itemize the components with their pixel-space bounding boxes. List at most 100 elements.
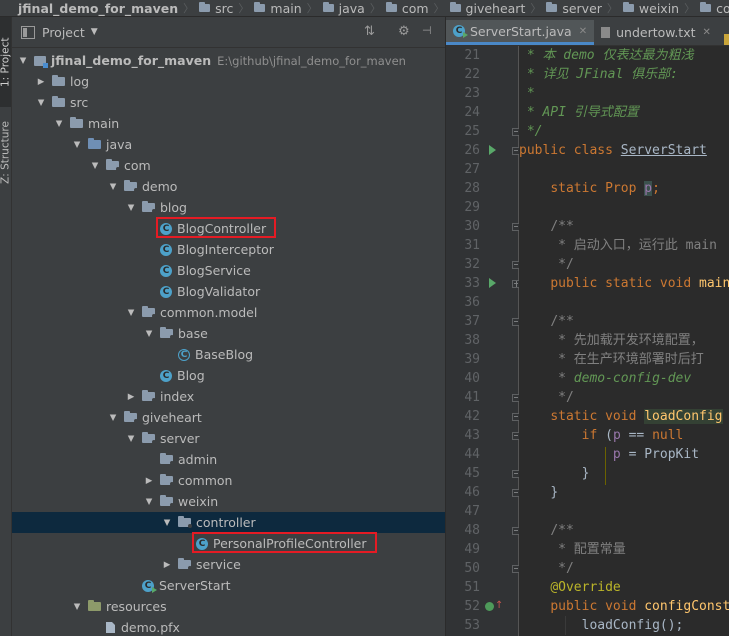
expand-arrow-icon[interactable]: ▼ xyxy=(17,56,29,66)
tree-node[interactable]: ▼ jfinal_demo_for_maven E:\github\jfinal_d… xyxy=(12,50,445,71)
line-number: 37 xyxy=(464,314,480,329)
module-icon xyxy=(34,55,48,68)
project-view-selector[interactable]: Project xyxy=(42,25,85,40)
line-number: 44 xyxy=(464,447,480,462)
tree-node[interactable]: ▶ log xyxy=(12,71,445,92)
code-line: @Override xyxy=(550,580,621,595)
tree-node[interactable]: ▼ weixin xyxy=(12,491,445,512)
tree-node-label: src xyxy=(70,95,89,110)
editor-tab[interactable]: C ServerStart.java ✕ xyxy=(446,20,595,45)
tree-node-label: main xyxy=(88,116,120,131)
expand-arrow-icon[interactable]: ▼ xyxy=(71,602,83,612)
archive-file-icon[interactable] xyxy=(723,34,729,45)
expand-arrow-icon[interactable]: ▼ xyxy=(107,182,119,192)
chevron-down-icon[interactable]: ▼ xyxy=(91,27,98,37)
tree-node[interactable]: admin xyxy=(12,449,445,470)
breadcrumb-item[interactable]: src xyxy=(197,0,237,16)
tree-node[interactable]: ▼ resources xyxy=(12,596,445,617)
collapse-arrow-icon[interactable]: ▶ xyxy=(143,476,155,486)
breadcrumb-item[interactable]: server xyxy=(544,0,606,16)
tree-node-label: BlogValidator xyxy=(177,284,261,299)
line-number: 25 xyxy=(464,124,480,139)
breadcrumb-separator-icon: 〉 xyxy=(433,2,445,15)
tree-node[interactable]: C Blog xyxy=(12,365,445,386)
tree-node-label: controller xyxy=(196,515,256,530)
close-icon[interactable]: ✕ xyxy=(703,27,711,38)
tree-node-label: resources xyxy=(106,599,167,614)
tree-node[interactable]: C BlogService xyxy=(12,260,445,281)
code-line: public static void main xyxy=(550,276,729,291)
tree-node[interactable]: ▼ main xyxy=(12,113,445,134)
expand-arrow-icon[interactable]: ▼ xyxy=(53,119,65,129)
breadcrumb-item[interactable]: giveheart xyxy=(448,0,530,16)
breadcrumb-item[interactable]: controller xyxy=(698,0,729,16)
hide-panel-icon[interactable]: ⊣ xyxy=(422,24,432,37)
expand-arrow-icon[interactable]: ▼ xyxy=(125,308,137,318)
expand-arrow-icon[interactable]: ▼ xyxy=(143,329,155,339)
tree-node[interactable]: C ServerStart xyxy=(12,575,445,596)
class-icon: C xyxy=(160,369,172,382)
tree-node[interactable]: ▼ server xyxy=(12,428,445,449)
runnable-class-icon: C xyxy=(453,25,468,38)
expand-arrow-icon[interactable]: ▼ xyxy=(161,518,173,528)
tree-node-label: BlogService xyxy=(177,263,251,278)
expand-arrow-icon[interactable]: ▼ xyxy=(143,497,155,507)
line-number: 40 xyxy=(464,371,480,386)
tree-node[interactable]: ▼ demo xyxy=(12,176,445,197)
line-number: 30 xyxy=(464,219,480,234)
tree-node[interactable]: ▼ src xyxy=(12,92,445,113)
tree-node[interactable]: ▼ java xyxy=(12,134,445,155)
expand-arrow-icon[interactable]: ▼ xyxy=(107,413,119,423)
folder-icon xyxy=(254,2,266,12)
breadcrumb-item[interactable]: java xyxy=(321,0,369,16)
tree-node[interactable]: ▶ common xyxy=(12,470,445,491)
expand-arrow-icon[interactable]: ▼ xyxy=(71,140,83,150)
collapse-arrow-icon[interactable]: ▶ xyxy=(125,392,137,402)
expand-arrow-icon[interactable]: ▼ xyxy=(125,434,137,444)
class-icon: C xyxy=(160,264,172,277)
expand-arrow-icon[interactable]: ▼ xyxy=(125,203,137,213)
close-icon[interactable]: ✕ xyxy=(579,26,587,37)
tree-node[interactable]: ▼ giveheart xyxy=(12,407,445,428)
tree-node[interactable]: ▶ service xyxy=(12,554,445,575)
code-line: static void loadConfig xyxy=(550,409,723,424)
tree-node[interactable]: ▼ blog xyxy=(12,197,445,218)
folder-icon xyxy=(52,96,65,107)
tree-node[interactable]: ▼ common.model xyxy=(12,302,445,323)
override-method-icon[interactable] xyxy=(485,602,494,611)
breadcrumb-separator-icon: 〉 xyxy=(606,2,618,15)
collapse-arrow-icon[interactable]: ▶ xyxy=(35,77,47,87)
tab-structure[interactable]: Z: Structure xyxy=(0,111,12,195)
tree-node[interactable]: ▶ index xyxy=(12,386,445,407)
line-number: 36 xyxy=(464,295,480,310)
code-editor[interactable]: * 本 demo 仅表达最为粗浅 * 详见 JFinal 俱乐部: * * AP… xyxy=(519,46,729,636)
editor-tab[interactable]: undertow.txt ✕ xyxy=(594,20,718,45)
tree-node[interactable]: C BlogInterceptor xyxy=(12,239,445,260)
breadcrumb-separator-icon: 〉 xyxy=(684,2,696,15)
line-number: 47 xyxy=(464,504,480,519)
tree-node[interactable]: C BaseBlog xyxy=(12,344,445,365)
tab-project[interactable]: 1: Project xyxy=(0,17,12,107)
breadcrumb-label: jfinal_demo_for_maven xyxy=(18,0,179,16)
breadcrumb-item[interactable]: jfinal_demo_for_maven xyxy=(0,0,182,16)
breadcrumb-item[interactable]: weixin xyxy=(621,0,683,16)
source-folder-icon xyxy=(88,138,101,149)
breadcrumb-item[interactable]: com xyxy=(384,0,433,16)
tree-node[interactable]: ▼ controller xyxy=(12,512,445,533)
collapse-all-icon[interactable]: ⇅ xyxy=(364,24,375,39)
tree-node-label: Blog xyxy=(177,368,205,383)
line-number: 51 xyxy=(464,580,480,595)
tree-node[interactable]: ▼ com xyxy=(12,155,445,176)
tree-node[interactable]: C BlogValidator xyxy=(12,281,445,302)
run-icon[interactable] xyxy=(489,278,496,288)
run-icon[interactable] xyxy=(489,145,496,155)
expand-arrow-icon[interactable]: ▼ xyxy=(35,98,47,108)
gear-icon[interactable]: ⚙ xyxy=(398,24,410,39)
project-panel-header: Project ▼ ⇅ ⚙ ⊣ xyxy=(12,17,445,48)
expand-arrow-icon[interactable]: ▼ xyxy=(89,161,101,171)
tree-node[interactable]: ▼ base xyxy=(12,323,445,344)
tree-node[interactable]: demo.pfx xyxy=(12,617,445,636)
breadcrumb-item[interactable]: main xyxy=(252,0,305,16)
text-file-icon xyxy=(601,27,611,38)
collapse-arrow-icon[interactable]: ▶ xyxy=(161,560,173,570)
